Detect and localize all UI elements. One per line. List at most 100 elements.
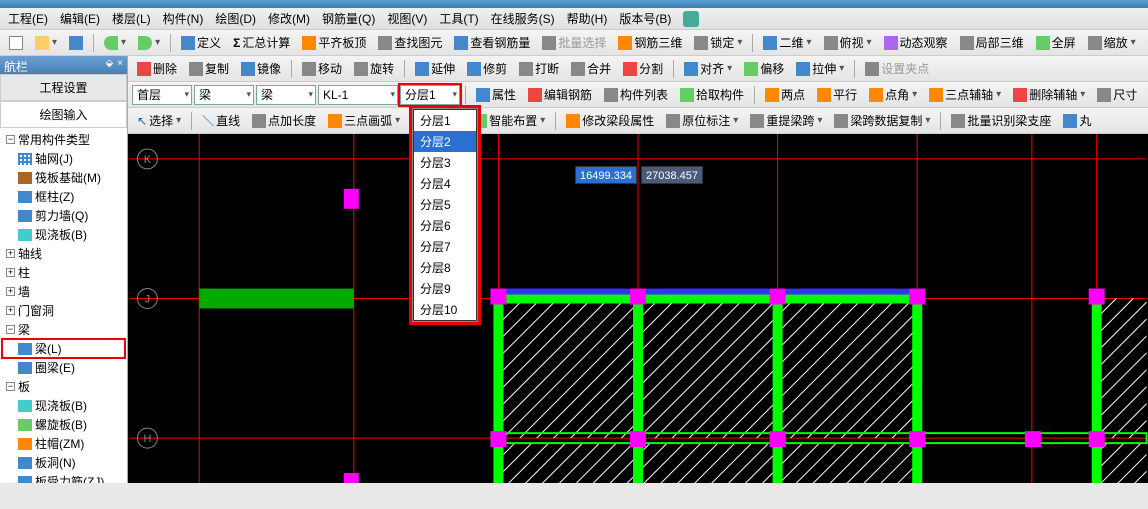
menu-rebar[interactable]: 钢筋量(Q) [318, 8, 379, 29]
rebar3d-button[interactable]: 钢筋三维 [613, 31, 687, 54]
define-button[interactable]: 定义 [176, 31, 226, 54]
respanbeam-button[interactable]: 重提梁跨▾ [745, 109, 827, 132]
more-button[interactable]: 丸 [1058, 109, 1096, 132]
menu-view[interactable]: 视图(V) [383, 8, 431, 29]
category-combo[interactable]: 梁▾ [194, 85, 254, 105]
complist-button[interactable]: 构件列表 [599, 83, 673, 106]
dim-button[interactable]: 尺寸 [1092, 83, 1142, 106]
redo-button[interactable]: ▾ [133, 33, 165, 53]
dynobs-button[interactable]: 动态观察 [879, 31, 953, 54]
tab-draw-input[interactable]: 绘图输入 [0, 101, 127, 128]
undo-button[interactable]: ▾ [99, 33, 131, 53]
tree-item[interactable]: 板洞(N) [2, 453, 125, 472]
app-icon[interactable] [683, 11, 699, 27]
delaux-button[interactable]: 删除辅轴▾ [1008, 83, 1090, 106]
align-button[interactable]: 对齐▾ [679, 57, 737, 80]
menu-tools[interactable]: 工具(T) [435, 8, 482, 29]
save-button[interactable] [64, 33, 88, 53]
floor-combo[interactable]: 首层▾ [132, 85, 192, 105]
sumcalc-button[interactable]: Σ 汇总计算 [228, 31, 295, 54]
tree-item[interactable]: 圈梁(E) [2, 358, 125, 377]
tree-item[interactable]: 板受力筋(ZJ) [2, 472, 125, 483]
menu-floor[interactable]: 楼层(L) [108, 8, 155, 29]
move-button[interactable]: 移动 [297, 57, 347, 80]
tree-item[interactable]: 现浇板(B) [2, 396, 125, 415]
menu-online[interactable]: 在线服务(S) [487, 8, 559, 29]
extend-button[interactable]: 延伸 [410, 57, 460, 80]
scale-button[interactable]: 缩放▾ [1083, 31, 1141, 54]
batchbeam-button[interactable]: 批量识别梁支座 [946, 109, 1056, 132]
editrebar-button[interactable]: 编辑钢筋 [523, 83, 597, 106]
modbeam-button[interactable]: 修改梁段属性 [561, 109, 659, 132]
tree-group[interactable]: +墙 [2, 282, 125, 301]
menu-help[interactable]: 帮助(H) [563, 8, 612, 29]
twopoint-button[interactable]: 两点 [760, 83, 810, 106]
pin-icon[interactable]: ⬙ [105, 58, 113, 72]
break-button[interactable]: 打断 [514, 57, 564, 80]
dropdown-item[interactable]: 分层4 [414, 173, 476, 194]
view2d-button[interactable]: 二维▾ [758, 31, 816, 54]
delete-button[interactable]: 删除 [132, 57, 182, 80]
tree-item-beam[interactable]: 梁(L) [2, 339, 125, 358]
copy-button[interactable]: 复制 [184, 57, 234, 80]
setgrip-button[interactable]: 设置夹点 [860, 57, 934, 80]
dropdown-item[interactable]: 分层7 [414, 236, 476, 257]
drawing-canvas[interactable]: K J H 16499.334 27038.457 [128, 134, 1148, 483]
tree-root[interactable]: −常用构件类型 [2, 130, 125, 149]
lock-button[interactable]: 锁定▾ [689, 31, 747, 54]
tab-project-settings[interactable]: 工程设置 [0, 74, 127, 101]
tree-item[interactable]: 轴网(J) [2, 149, 125, 168]
rotate-button[interactable]: 旋转 [349, 57, 399, 80]
dropdown-item[interactable]: 分层6 [414, 215, 476, 236]
props-button[interactable]: 属性 [471, 83, 521, 106]
tree-item[interactable]: 框柱(Z) [2, 187, 125, 206]
name-combo[interactable]: KL-1▾ [318, 85, 398, 105]
fullscreen-button[interactable]: 全屏 [1031, 31, 1081, 54]
tree-item[interactable]: 螺旋板(B) [2, 415, 125, 434]
menu-version[interactable]: 版本号(B) [615, 8, 675, 29]
tree-item[interactable]: 剪力墙(Q) [2, 206, 125, 225]
dropdown-item[interactable]: 分层3 [414, 152, 476, 173]
mirror-button[interactable]: 镜像 [236, 57, 286, 80]
findview-button[interactable]: 查找图元 [373, 31, 447, 54]
menu-component[interactable]: 构件(N) [159, 8, 208, 29]
inplace-button[interactable]: 原位标注▾ [661, 109, 743, 132]
tree-item[interactable]: 筏板基础(M) [2, 168, 125, 187]
coord-y[interactable]: 27038.457 [641, 166, 703, 184]
arc3-button[interactable]: 三点画弧▾ [323, 109, 405, 132]
new-button[interactable] [4, 33, 28, 53]
tree-group[interactable]: +门窗洞 [2, 301, 125, 320]
ptlen-button[interactable]: 点加长度 [247, 109, 321, 132]
threeaux-button[interactable]: 三点辅轴▾ [924, 83, 1006, 106]
tree-group[interactable]: +柱 [2, 263, 125, 282]
select-button[interactable]: ↖ 选择▾ [132, 109, 186, 132]
merge-button[interactable]: 合并 [566, 57, 616, 80]
layer-combo[interactable]: 分层1▾ [400, 85, 460, 105]
dropdown-item[interactable]: 分层5 [414, 194, 476, 215]
angle-button[interactable]: 点角▾ [864, 83, 922, 106]
close-icon[interactable]: × [117, 58, 123, 72]
dropdown-item[interactable]: 分层1 [414, 110, 476, 131]
stretch-button[interactable]: 拉伸▾ [791, 57, 849, 80]
tree-group-slab[interactable]: −板 [2, 377, 125, 396]
dropdown-item[interactable]: 分层8 [414, 257, 476, 278]
checkrebar-button[interactable]: 查看钢筋量 [449, 31, 535, 54]
menu-draw[interactable]: 绘图(D) [211, 8, 260, 29]
tree-group[interactable]: +轴线 [2, 244, 125, 263]
coord-x[interactable]: 16499.334 [575, 166, 637, 184]
dropdown-item[interactable]: 分层10 [414, 299, 476, 320]
beamdata-button[interactable]: 梁跨数据复制▾ [829, 109, 935, 132]
flatten-button[interactable]: 平齐板顶 [297, 31, 371, 54]
tree-item[interactable]: 现浇板(B) [2, 225, 125, 244]
dropdown-item-selected[interactable]: 分层2 [414, 131, 476, 152]
local3d-button[interactable]: 局部三维 [955, 31, 1029, 54]
tree-group-beam[interactable]: −梁 [2, 320, 125, 339]
menu-edit[interactable]: 编辑(E) [56, 8, 104, 29]
pickcomp-button[interactable]: 拾取构件 [675, 83, 749, 106]
subcategory-combo[interactable]: 梁▾ [256, 85, 316, 105]
trim-button[interactable]: 修剪 [462, 57, 512, 80]
batchsel-button[interactable]: 批量选择 [537, 31, 611, 54]
smart-button[interactable]: 智能布置▾ [468, 109, 550, 132]
topview-button[interactable]: 俯视▾ [819, 31, 877, 54]
split-button[interactable]: 分割 [618, 57, 668, 80]
